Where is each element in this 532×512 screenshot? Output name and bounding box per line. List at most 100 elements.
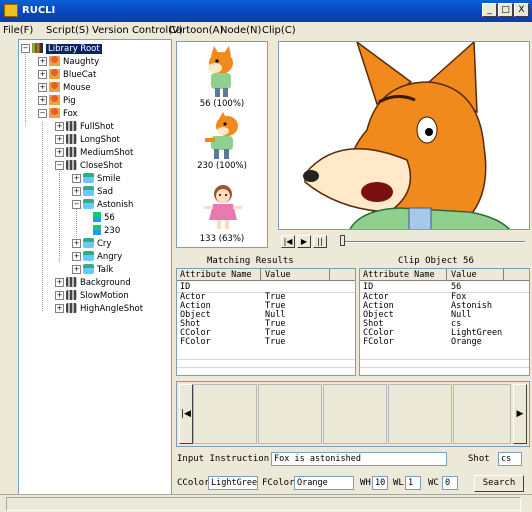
- matching-results-table[interactable]: Attribute Name Value ID Actor True Action…: [176, 268, 356, 376]
- action-icon: [83, 186, 94, 196]
- timeline-slider[interactable]: [340, 235, 345, 246]
- tree-node-action[interactable]: + Angry: [72, 251, 122, 263]
- clip-icon: [93, 212, 101, 222]
- title-bar[interactable]: RUCLI _ □ X: [0, 0, 532, 22]
- fox-character-icon[interactable]: [201, 46, 241, 98]
- tree-node-character[interactable]: + Naughty: [38, 56, 99, 68]
- instruction-label: Input Instruction: [177, 454, 270, 464]
- fcolor-label: FColor: [262, 478, 295, 488]
- clip-sequence-strip[interactable]: |◀ ▶: [176, 381, 530, 447]
- table-row[interactable]: ID 56: [360, 283, 529, 292]
- wc-input[interactable]: 0: [442, 476, 458, 490]
- tree-node-shot[interactable]: + HighAngleShot: [55, 303, 143, 315]
- tree-node-action[interactable]: + Smile: [72, 173, 121, 185]
- close-button[interactable]: X: [514, 3, 529, 17]
- clip-object-title: Clip Object 56: [398, 256, 474, 266]
- character-icon: [49, 95, 60, 105]
- menu-script[interactable]: Script(S): [46, 25, 89, 36]
- timeline-track[interactable]: [345, 241, 525, 243]
- tree-node-shot[interactable]: + MediumShot: [55, 147, 133, 159]
- tree-node-action[interactable]: − Astonish: [72, 199, 133, 211]
- tree-node-character[interactable]: + Pig: [38, 95, 76, 107]
- tree-node-shot[interactable]: + FullShot: [55, 121, 114, 133]
- action-icon: [83, 264, 94, 274]
- play-button[interactable]: ▶: [297, 235, 311, 248]
- tree-node-clip[interactable]: 230: [93, 225, 120, 237]
- maximize-button[interactable]: □: [498, 3, 513, 17]
- tree-node-action[interactable]: + Cry: [72, 238, 111, 250]
- tree-node-shot[interactable]: + Background: [55, 277, 131, 289]
- app-icon: [4, 4, 18, 17]
- shot-label: Shot: [468, 454, 490, 464]
- thumbnail-list[interactable]: 56 (100%) 230 (100%) 133 (63%): [176, 41, 268, 248]
- library-tree[interactable]: − Library Root + Naughty + BlueCat + Mouse +…: [18, 39, 172, 495]
- tree-node-action[interactable]: + Sad: [72, 186, 113, 198]
- tree-node-shot[interactable]: + SlowMotion: [55, 290, 129, 302]
- wh-label: WH: [360, 478, 371, 488]
- tree-node-clip[interactable]: 56: [93, 212, 115, 224]
- character-icon: [49, 108, 60, 118]
- strip-next-button[interactable]: ▶: [513, 384, 527, 444]
- fox-preview-image: [303, 42, 511, 229]
- table-row[interactable]: ID: [177, 283, 355, 292]
- ccolor-label: CColor: [177, 478, 210, 488]
- status-pane: [6, 497, 521, 511]
- tree-node-action[interactable]: + Talk: [72, 264, 113, 276]
- sequence-slot[interactable]: [323, 384, 387, 444]
- tree-node-character[interactable]: + Mouse: [38, 82, 91, 94]
- matching-results-title: Matching Results: [207, 256, 294, 266]
- table-row[interactable]: FColor True: [177, 338, 355, 347]
- thumbnail-caption: 230 (100%): [197, 161, 247, 171]
- character-icon: [49, 56, 60, 66]
- thumbnail-caption: 133 (63%): [199, 234, 245, 244]
- thumbnail-caption: 56 (100%): [199, 99, 245, 109]
- film-icon: [66, 290, 77, 300]
- film-icon: [66, 147, 77, 157]
- film-icon: [66, 303, 77, 313]
- sequence-slot[interactable]: [258, 384, 322, 444]
- previous-frame-button[interactable]: |◀: [281, 235, 295, 248]
- film-icon: [66, 277, 77, 287]
- character-icon: [49, 69, 60, 79]
- girl-character-icon[interactable]: [203, 182, 243, 232]
- table-row[interactable]: FColor Orange: [360, 338, 529, 347]
- fox-character-icon[interactable]: [201, 112, 245, 160]
- action-icon: [83, 238, 94, 248]
- tree-node-shot[interactable]: − CloseShot: [55, 160, 122, 172]
- app-window: RUCLI _ □ X File(F) Script(S) Version Co…: [0, 0, 532, 512]
- strip-prev-button[interactable]: |◀: [179, 384, 193, 444]
- pause-button[interactable]: ||: [313, 235, 327, 248]
- menu-file[interactable]: File(F): [3, 25, 33, 36]
- fcolor-input[interactable]: Orange: [294, 476, 354, 490]
- clip-object-table[interactable]: Attribute Name Value ID 56 Actor Fox Actio…: [359, 268, 530, 376]
- sequence-slot[interactable]: [388, 384, 452, 444]
- tree-node-root[interactable]: − Library Root: [21, 43, 102, 55]
- search-button[interactable]: Search: [474, 475, 524, 492]
- status-bar: [0, 494, 532, 512]
- clip-icon: [93, 225, 101, 235]
- action-icon: [83, 251, 94, 261]
- tree-node-character[interactable]: − Fox: [38, 108, 78, 120]
- action-icon: [83, 173, 94, 183]
- menu-cartoon[interactable]: Cartoon(A): [169, 25, 223, 36]
- wc-label: WC: [428, 478, 439, 488]
- tree-node-shot[interactable]: + LongShot: [55, 134, 120, 146]
- action-icon: [83, 199, 94, 209]
- ccolor-input[interactable]: LightGreer: [208, 476, 258, 490]
- shot-input[interactable]: cs: [498, 452, 522, 466]
- tree-node-character[interactable]: + BlueCat: [38, 69, 96, 81]
- menu-bar: File(F) Script(S) Version Control(V) Car…: [0, 22, 532, 39]
- character-icon: [49, 82, 60, 92]
- menu-node[interactable]: Node(N): [220, 25, 261, 36]
- wl-input[interactable]: 1: [405, 476, 421, 490]
- minimize-button[interactable]: _: [482, 3, 497, 17]
- clip-preview: [278, 41, 530, 230]
- sequence-slot[interactable]: [193, 384, 257, 444]
- wh-input[interactable]: 10: [372, 476, 388, 490]
- menu-clip[interactable]: Clip(C): [262, 25, 296, 36]
- film-icon: [66, 160, 77, 170]
- table-row[interactable]: Object Null: [360, 311, 529, 320]
- sequence-slot[interactable]: [453, 384, 511, 444]
- film-icon: [66, 134, 77, 144]
- instruction-input[interactable]: Fox is astonished: [271, 452, 447, 466]
